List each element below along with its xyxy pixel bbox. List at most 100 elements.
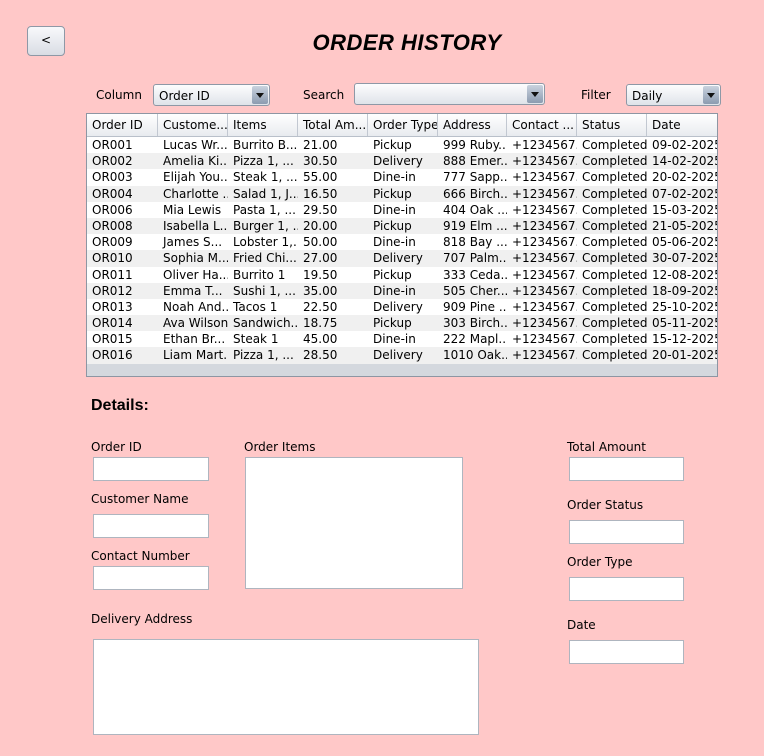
table-cell: Completed <box>582 299 647 314</box>
table-row[interactable]: OR010 Sophia M... Fried Chi... 27.00 Deliver… <box>87 250 717 267</box>
column-select[interactable]: Order ID <box>153 84 270 106</box>
column-header[interactable]: Order Type <box>368 114 438 136</box>
column-header[interactable]: Items <box>228 114 298 136</box>
order-status-field[interactable] <box>569 520 684 544</box>
column-header[interactable]: Date <box>647 114 717 136</box>
table-cell: 55.00 <box>303 170 338 185</box>
table-cell: Completed <box>582 316 647 331</box>
table-cell: Salad 1, J... <box>233 186 298 201</box>
table-row[interactable]: OR009 James S... Lobster 1,... 50.00 Dine-in… <box>87 234 718 251</box>
table-cell: Dine-in <box>373 283 416 298</box>
table-cell: OR010 <box>92 251 133 266</box>
table-cell: 505 Cher... <box>443 283 507 298</box>
table-row[interactable]: OR014 Ava Wilson Sandwich... 18.75 Pickup 303… <box>87 315 717 332</box>
table-row[interactable]: OR002 Amelia Ki... Pizza 1, ... 30.50 Delive… <box>87 153 717 170</box>
table-cell: 15-03-2025 <box>652 202 718 217</box>
order-items-textarea[interactable] <box>245 457 463 589</box>
filter-label: Filter <box>581 88 611 102</box>
table-cell: 18.75 <box>303 316 338 331</box>
details-heading: Details: <box>91 397 149 414</box>
table-cell: 20.00 <box>303 218 338 233</box>
table-cell: 707 Palm... <box>443 251 507 266</box>
table-cell: Oliver Ha... <box>163 267 228 282</box>
table-cell: 45.00 <box>303 332 338 347</box>
table-cell: OR006 <box>92 202 133 217</box>
table-cell: Pizza 1, ... <box>233 154 294 169</box>
table-cell: Tacos 1 <box>233 299 278 314</box>
table-cell: Completed <box>582 202 647 217</box>
table-cell: OR012 <box>92 283 133 298</box>
filter-select[interactable]: Daily <box>626 84 721 106</box>
table-cell: OR003 <box>92 170 133 185</box>
table-cell: +1234567... <box>512 332 577 347</box>
total-amount-field[interactable] <box>569 457 684 481</box>
table-cell: 818 Bay ... <box>443 235 507 250</box>
table-cell: 25-10-2025 <box>652 299 718 314</box>
order-id-label: Order ID <box>91 440 142 454</box>
table-row[interactable]: OR012 Emma T... Sushi 1, ... 35.00 Dine-in 50… <box>87 282 717 299</box>
table-cell: +1234567... <box>512 316 577 331</box>
table-row[interactable]: OR001 Lucas Wr... Burrito B... 21.00 Pickup 9… <box>87 137 717 154</box>
table-cell: Sushi 1, ... <box>233 283 296 298</box>
table-cell: Lucas Wr... <box>163 138 228 152</box>
customer-name-field[interactable] <box>93 514 209 538</box>
delivery-address-textarea[interactable] <box>93 639 479 735</box>
table-cell: 20-02-2025 <box>652 170 718 185</box>
column-header[interactable]: Contact ... <box>507 114 577 136</box>
order-type-label: Order Type <box>567 555 633 569</box>
table-cell: Pickup <box>373 186 412 201</box>
total-amount-label: Total Amount <box>567 440 646 454</box>
table-cell: Completed <box>582 332 647 347</box>
order-id-field[interactable] <box>93 457 209 481</box>
table-cell: 666 Birch... <box>443 186 507 201</box>
table-cell: OR004 <box>92 186 133 201</box>
table-cell: 404 Oak ... <box>443 202 507 217</box>
table-cell: +1234567... <box>512 154 577 169</box>
table-cell: Completed <box>582 235 647 250</box>
column-header[interactable]: Total Am... <box>298 114 368 136</box>
table-cell: Lobster 1,... <box>233 235 298 250</box>
column-header[interactable]: Order ID <box>87 114 158 136</box>
column-header[interactable]: Address <box>438 114 507 136</box>
table-cell: +1234567... <box>512 170 577 185</box>
order-status-label: Order Status <box>567 498 644 512</box>
table-row[interactable]: OR003 Elijah You... Steak 1, ... 55.00 Dine-… <box>87 169 718 186</box>
table-cell: Delivery <box>373 348 423 363</box>
table-row[interactable]: OR006 Mia Lewis Pasta 1, ... 29.50 Dine-in 40… <box>87 201 718 218</box>
table-row[interactable]: OR013 Noah And... Tacos 1 22.50 Delivery 909 … <box>87 298 718 316</box>
table-header: Order ID Custome... Items Total Am... Order … <box>87 114 717 137</box>
order-table[interactable]: Order ID Custome... Items Total Am... Order … <box>86 113 718 377</box>
table-cell: OR014 <box>92 316 133 331</box>
table-cell: 05-06-2025 <box>652 235 718 250</box>
table-cell: Pickup <box>373 138 412 152</box>
table-cell: 28.50 <box>303 348 338 363</box>
table-cell: Delivery <box>373 251 423 266</box>
table-row[interactable]: OR008 Isabella L... Burger 1, ... 20.00 Pick… <box>87 217 717 235</box>
column-header[interactable]: Custome... <box>158 114 228 136</box>
table-cell: Charlotte ... <box>163 186 228 201</box>
table-body[interactable]: OR001 Lucas Wr... Burrito B... 21.00 Pickup 9… <box>87 137 718 364</box>
table-row[interactable]: OR016 Liam Mart... Pizza 1, ... 28.50 Delive… <box>87 347 717 364</box>
table-cell: +1234567... <box>512 218 577 233</box>
search-combo[interactable] <box>354 83 545 105</box>
date-field[interactable] <box>569 640 684 664</box>
date-label: Date <box>567 618 596 632</box>
chevron-down-icon <box>252 86 268 104</box>
delivery-address-label: Delivery Address <box>91 612 193 626</box>
contact-number-field[interactable] <box>93 566 209 590</box>
table-row[interactable]: OR015 Ethan Br... Steak 1 45.00 Dine-in 222 M… <box>87 331 717 348</box>
column-header[interactable]: Status <box>577 114 647 136</box>
column-select-value: Order ID <box>159 89 210 103</box>
table-cell: Pickup <box>373 218 412 233</box>
table-cell: Completed <box>582 348 647 363</box>
order-type-field[interactable] <box>569 577 684 601</box>
table-cell: Steak 1, ... <box>233 170 298 185</box>
table-cell: Delivery <box>373 154 423 169</box>
table-cell: Dine-in <box>373 332 416 347</box>
table-row[interactable]: OR011 Oliver Ha... Burrito 1 19.50 Pickup 333… <box>87 266 717 283</box>
table-cell: Fried Chi... <box>233 251 297 266</box>
table-row[interactable]: OR004 Charlotte ... Salad 1, J... 16.50 Pick… <box>87 185 717 202</box>
page-title: ORDER HISTORY <box>312 30 502 55</box>
table-cell: Dine-in <box>373 170 416 185</box>
table-cell: Ava Wilson <box>163 316 228 331</box>
